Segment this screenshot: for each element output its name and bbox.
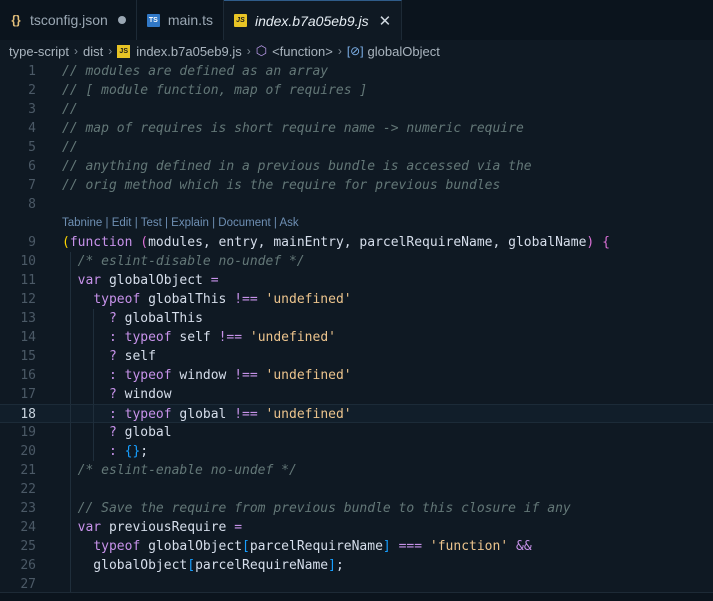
code-line: 11 var globalObject = (0, 271, 713, 290)
code-line: 12 typeof globalThis !== 'undefined' (0, 290, 713, 309)
code-line: 3// (0, 100, 713, 119)
tab-main-ts[interactable]: TS main.ts (137, 0, 224, 40)
line-number: 21 (20, 463, 36, 478)
line-number: 1 (28, 64, 36, 79)
codelens-actions: Tabnine | Edit | Test | Explain | Docume… (62, 217, 299, 229)
line-number: 4 (28, 121, 36, 136)
code-line: 20 : {}; (0, 442, 713, 461)
line-number: 5 (28, 140, 36, 155)
line-number: 2 (28, 83, 36, 98)
line-number: 11 (20, 273, 36, 288)
code-line: 21 /* eslint-enable no-undef */ (0, 461, 713, 480)
code-line: 4// map of requires is short require nam… (0, 119, 713, 138)
code-line: 26 globalObject[parcelRequireName]; (0, 556, 713, 575)
unsaved-dot-icon[interactable] (117, 16, 126, 24)
line-number: 27 (20, 577, 36, 592)
line-number: 22 (20, 482, 36, 497)
line-number: 23 (20, 501, 36, 516)
breadcrumb-item-globalobject[interactable]: globalObject (368, 44, 440, 59)
line-number: 20 (20, 444, 36, 459)
code-line: 8 (0, 195, 713, 214)
line-number: 14 (20, 330, 36, 345)
line-number: 17 (20, 387, 36, 402)
codelens-explain[interactable]: Explain (171, 217, 209, 229)
cube-icon: ⬡ (255, 43, 268, 58)
codelens-tabnine[interactable]: Tabnine (62, 217, 102, 229)
codelens-edit[interactable]: Edit (112, 217, 132, 229)
code-line: 14 : typeof self !== 'undefined' (0, 328, 713, 347)
code-line: 17 ? window (0, 385, 713, 404)
line-number: 26 (20, 558, 36, 573)
breadcrumb-item-function[interactable]: <function> (272, 44, 333, 59)
line-number: 18 (20, 407, 36, 422)
tab-label: tsconfig.json (30, 12, 108, 28)
line-number: 3 (28, 102, 36, 117)
json-file-icon: {} (11, 13, 21, 27)
codelens-test[interactable]: Test (141, 217, 162, 229)
breadcrumb-item-dist[interactable]: dist (83, 44, 103, 59)
code-line: 2// [ module function, map of requires ] (0, 81, 713, 100)
code-line: 16 : typeof window !== 'undefined' (0, 366, 713, 385)
code-line: 5// (0, 138, 713, 157)
code-line: 15 ? self (0, 347, 713, 366)
code-line: 9 (function (modules, entry, mainEntry, p… (0, 233, 713, 252)
chevron-right-icon: › (246, 44, 251, 58)
line-number: 15 (20, 349, 36, 364)
tab-label: index.b7a05eb9.js (254, 12, 369, 29)
code-line: 1// modules are defined as an array (0, 62, 713, 81)
line-number: 12 (20, 292, 36, 307)
code-line: 10 /* eslint-disable no-undef */ (0, 252, 713, 271)
code-line: 24 var previousRequire = (0, 518, 713, 537)
tab-label: main.ts (167, 12, 213, 28)
horizontal-scrollbar[interactable] (0, 592, 713, 601)
chevron-right-icon: › (73, 44, 78, 58)
tab-bar: {} tsconfig.json TS main.ts JS index.b7a… (0, 0, 713, 40)
line-number: 7 (28, 178, 36, 193)
code-line-current: 18 : typeof global !== 'undefined' (0, 404, 713, 424)
code-line: 22 (0, 480, 713, 499)
chevron-right-icon: › (108, 44, 113, 58)
js-file-icon: JS (117, 44, 131, 58)
line-number: 6 (28, 159, 36, 174)
code-line: 19 ? global (0, 423, 713, 442)
line-number: 13 (20, 311, 36, 326)
code-line: 25 typeof globalObject[parcelRequireName… (0, 537, 713, 556)
tab-index-js[interactable]: JS index.b7a05eb9.js ✕ (223, 0, 403, 40)
ts-file-icon: TS (146, 13, 160, 27)
line-number: 16 (20, 368, 36, 383)
line-number: 19 (20, 425, 36, 440)
codelens-ask[interactable]: Ask (279, 217, 298, 229)
code-line: 6// anything defined in a previous bundl… (0, 157, 713, 176)
breadcrumb-item-file[interactable]: index.b7a05eb9.js (136, 44, 242, 59)
tab-tsconfig[interactable]: {} tsconfig.json (0, 0, 137, 40)
line-number: 24 (20, 520, 36, 535)
breadcrumb: type-script › dist › JS index.b7a05eb9.j… (0, 40, 713, 62)
js-file-icon: JS (233, 14, 247, 27)
variable-icon: [⊘] (346, 44, 364, 58)
codelens-document[interactable]: Document (218, 217, 270, 229)
breadcrumb-item-type-script[interactable]: type-script (9, 44, 69, 59)
code-line: 23 // Save the require from previous bun… (0, 499, 713, 518)
line-number: 25 (20, 539, 36, 554)
line-number: 9 (28, 235, 36, 250)
code-line: 13 ? globalThis (0, 309, 713, 328)
code-line: 7// orig method which is the require for… (0, 176, 713, 195)
line-number: 8 (28, 197, 36, 212)
code-line: 27 (0, 575, 713, 592)
code-editor[interactable]: 1// modules are defined as an array 2// … (0, 62, 713, 592)
close-icon[interactable]: ✕ (379, 12, 392, 30)
chevron-right-icon: › (337, 44, 342, 58)
line-number: 10 (20, 254, 36, 269)
